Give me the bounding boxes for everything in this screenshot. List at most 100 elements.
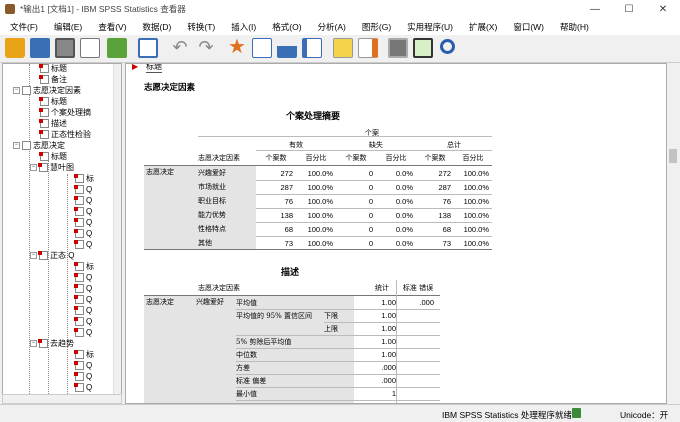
menu-graphs[interactable]: 图形(G)	[354, 21, 399, 33]
menu-view[interactable]: 查看(V)	[90, 21, 134, 33]
outline-node-icon	[74, 229, 84, 238]
menu-help[interactable]: 帮助(H)	[552, 21, 597, 33]
outline-item[interactable]: 标题	[39, 64, 67, 74]
outline-item-label: Q	[86, 383, 93, 392]
undo-icon[interactable]: ↶	[170, 38, 190, 58]
collapse-toggle-icon[interactable]: −	[30, 252, 37, 259]
outline-item[interactable]: 标	[74, 349, 94, 360]
outline-item[interactable]: Q	[74, 228, 92, 239]
descriptives-title[interactable]: 描述	[281, 265, 299, 278]
outline-item[interactable]: Q	[74, 382, 93, 393]
insert-output-icon[interactable]	[358, 38, 378, 58]
status-bar: IBM SPSS Statistics 处理程序就绪 Unicode：开	[0, 404, 680, 422]
outline-item[interactable]: 备注	[39, 74, 67, 85]
outline-item[interactable]: 个案处理摘	[39, 107, 91, 118]
outline-node-icon	[38, 251, 48, 260]
outline-item[interactable]: − 正态 Q	[30, 250, 74, 261]
group-label: 兴趣爱好	[196, 298, 224, 306]
sub-header: 百分比	[385, 154, 407, 162]
output-pane[interactable]: ▶ 标题 志愿决定因素 个案处理摘要 个案 有效 缺失 总计 志愿决定因素 个案…	[125, 63, 667, 404]
find-icon[interactable]	[440, 39, 455, 54]
outline-item[interactable]: 描述	[39, 118, 67, 129]
outline-node-icon	[74, 383, 84, 392]
outline-item[interactable]: Q	[74, 206, 92, 217]
maximize-button[interactable]: ☐	[612, 0, 646, 18]
print-preview-icon[interactable]	[80, 38, 100, 58]
outline-horizontal-scrollbar[interactable]	[2, 394, 122, 404]
goto-data-icon[interactable]: ★	[227, 37, 247, 58]
outline-scrollbar[interactable]	[113, 64, 121, 403]
case-summary-title[interactable]: 个案处理摘要	[286, 109, 340, 122]
table-cell	[398, 374, 434, 387]
outline-item[interactable]: − 去趋势	[30, 338, 74, 349]
menu-extensions[interactable]: 扩展(X)	[461, 21, 505, 33]
menu-insert[interactable]: 插入(I)	[223, 21, 264, 33]
collapse-toggle-icon[interactable]: −	[13, 142, 20, 149]
outline-item-label: Q	[86, 284, 93, 293]
menu-transform[interactable]: 转换(T)	[179, 21, 223, 33]
outline-item-label: Q	[86, 218, 93, 227]
collapse-toggle-icon[interactable]: −	[13, 87, 20, 94]
outline-item[interactable]: 标	[74, 173, 94, 184]
outline-item[interactable]: Q	[74, 327, 92, 338]
menu-analyze[interactable]: 分析(A)	[310, 21, 354, 33]
section-label[interactable]: 标题	[146, 64, 162, 73]
outline-item[interactable]: Q	[74, 360, 92, 371]
outline-item[interactable]: 正态性检验	[39, 129, 91, 140]
outline-item[interactable]: Q	[74, 294, 92, 305]
outline-item-label: Q	[86, 196, 93, 205]
open-icon[interactable]	[5, 38, 25, 58]
outline-item[interactable]: Q	[74, 283, 93, 294]
minimize-button[interactable]: —	[578, 0, 612, 18]
output-scrollbar-thumb[interactable]	[669, 149, 677, 163]
collapse-toggle-icon[interactable]: −	[30, 164, 37, 171]
save-icon[interactable]	[30, 38, 50, 58]
hide-icon[interactable]	[388, 38, 408, 58]
outline-item[interactable]: 标	[74, 261, 94, 272]
menu-edit[interactable]: 编辑(E)	[46, 21, 90, 33]
collapse-toggle-icon[interactable]: −	[30, 340, 37, 347]
menu-file[interactable]: 文件(F)	[2, 21, 46, 33]
output-scrollbar[interactable]	[667, 63, 679, 404]
outline-pane[interactable]: 标题 备注 − 志愿决定因素 标题 个案处理摘 描述 正态性检验 − 志愿决定 标题 − 慧叶图标 Q Q Q…	[2, 63, 122, 404]
designate-window-icon[interactable]	[333, 38, 353, 58]
variable-label: 志愿决定	[146, 168, 174, 176]
table-cell: 73	[284, 238, 293, 248]
section-title[interactable]: 志愿决定因素	[144, 81, 195, 93]
outline-item[interactable]: Q	[74, 217, 93, 228]
outline-item[interactable]: − 慧叶图	[30, 162, 74, 173]
table-cell: 76	[442, 196, 451, 206]
case-summary-table[interactable]: 个案 有效 缺失 总计 志愿决定因素 个案数 百分比 个案数 百分比 个案数 百…	[144, 122, 492, 252]
outline-item[interactable]: Q	[74, 184, 92, 195]
variables-icon[interactable]	[302, 38, 322, 58]
outline-item[interactable]: Q	[74, 305, 92, 316]
menu-window[interactable]: 窗口(W)	[505, 21, 552, 33]
menu-utilities[interactable]: 实用程序(U)	[399, 21, 461, 33]
goto-case-icon[interactable]	[277, 38, 297, 58]
menu-format[interactable]: 格式(O)	[264, 21, 309, 33]
outline-node-icon	[74, 317, 84, 326]
menu-data[interactable]: 数据(D)	[135, 21, 180, 33]
promote-icon[interactable]	[413, 38, 433, 58]
table-cell: 0.0%	[395, 224, 413, 234]
outline-item[interactable]: 标题	[39, 151, 67, 162]
close-button[interactable]: ✕	[646, 0, 680, 18]
outline-item[interactable]: Q	[74, 195, 93, 206]
table-cell: 0.0%	[395, 168, 413, 178]
outline-item[interactable]: Q	[74, 316, 92, 327]
outline-item[interactable]: Q	[74, 239, 92, 250]
outline-item[interactable]: − 志愿决定	[13, 140, 65, 151]
print-icon[interactable]	[55, 38, 75, 58]
outline-item[interactable]: − 志愿决定因素	[13, 85, 81, 96]
goto-variable-icon[interactable]	[252, 38, 272, 58]
outline-item[interactable]: Q	[74, 371, 92, 382]
outline-item[interactable]: 标题	[39, 96, 67, 107]
table-cell: 100.0%	[463, 168, 489, 178]
outline-node-icon	[74, 174, 84, 183]
descriptives-table[interactable]: 志愿决定因素 统计 标准 错误 志愿决定 兴趣爱好 平均值 1.00.000 平均值…	[144, 280, 440, 403]
outline-item[interactable]: Q	[74, 272, 92, 283]
redo-icon[interactable]: ↷	[196, 38, 216, 58]
export-icon[interactable]	[107, 38, 127, 58]
table-cell	[398, 335, 434, 348]
recall-dialog-icon[interactable]	[138, 38, 158, 58]
